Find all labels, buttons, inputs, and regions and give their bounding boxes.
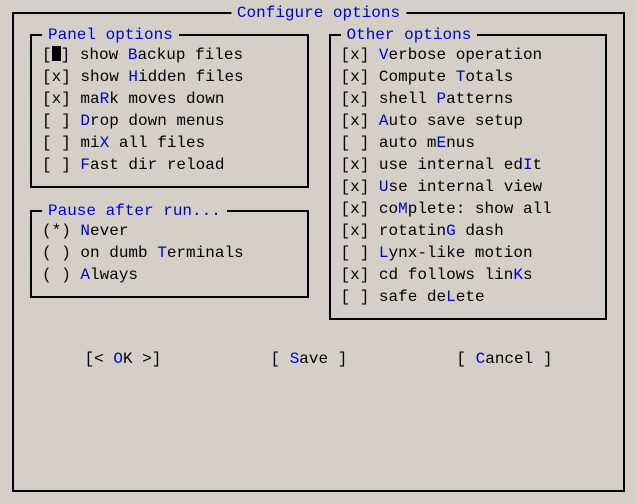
- right-column: Other options [x] Verbose operation[x] C…: [329, 34, 608, 342]
- cursor-icon: [52, 46, 61, 61]
- panel-option-checkbox[interactable]: [x] show Hidden files: [42, 66, 297, 88]
- pause-option-radio[interactable]: (*) Never: [42, 220, 297, 242]
- other-options-group: Other options [x] Verbose operation[x] C…: [329, 34, 608, 320]
- pause-after-run-title: Pause after run...: [42, 200, 227, 222]
- panel-options-title: Panel options: [42, 24, 179, 46]
- left-column: Panel options [] show Backup files[x] sh…: [30, 34, 309, 342]
- columns: Panel options [] show Backup files[x] sh…: [30, 34, 607, 342]
- other-option-checkbox[interactable]: [x] Compute Totals: [341, 66, 596, 88]
- button-bar: [< OK >] [ Save ] [ Cancel ]: [30, 348, 607, 370]
- other-option-checkbox[interactable]: [ ] Lynx-like motion: [341, 242, 596, 264]
- pause-after-run-list: (*) Never( ) on dumb Terminals( ) Always: [42, 220, 297, 286]
- cancel-button[interactable]: [ Cancel ]: [456, 348, 552, 370]
- other-option-checkbox[interactable]: [x] shell Patterns: [341, 88, 596, 110]
- other-option-checkbox[interactable]: [ ] auto mEnus: [341, 132, 596, 154]
- dialog-title: Configure options: [231, 2, 406, 24]
- pause-after-run-group: Pause after run... (*) Never( ) on dumb …: [30, 210, 309, 298]
- other-option-checkbox[interactable]: [x] Verbose operation: [341, 44, 596, 66]
- save-button[interactable]: [ Save ]: [270, 348, 347, 370]
- panel-option-checkbox[interactable]: [ ] miX all files: [42, 132, 297, 154]
- other-option-checkbox[interactable]: [x] Use internal view: [341, 176, 596, 198]
- ok-button[interactable]: [< OK >]: [85, 348, 162, 370]
- configure-options-dialog: Configure options Panel options [] show …: [12, 12, 625, 492]
- pause-option-radio[interactable]: ( ) on dumb Terminals: [42, 242, 297, 264]
- other-option-checkbox[interactable]: [ ] safe deLete: [341, 286, 596, 308]
- other-option-checkbox[interactable]: [x] Auto save setup: [341, 110, 596, 132]
- other-options-list: [x] Verbose operation[x] Compute Totals[…: [341, 44, 596, 308]
- panel-option-checkbox[interactable]: [x] maRk moves down: [42, 88, 297, 110]
- other-option-checkbox[interactable]: [x] rotatinG dash: [341, 220, 596, 242]
- panel-option-checkbox[interactable]: [ ] Drop down menus: [42, 110, 297, 132]
- other-option-checkbox[interactable]: [x] coMplete: show all: [341, 198, 596, 220]
- pause-option-radio[interactable]: ( ) Always: [42, 264, 297, 286]
- other-option-checkbox[interactable]: [x] cd follows linKs: [341, 264, 596, 286]
- other-options-title: Other options: [341, 24, 478, 46]
- other-option-checkbox[interactable]: [x] use internal edIt: [341, 154, 596, 176]
- panel-option-checkbox[interactable]: [] show Backup files: [42, 44, 297, 66]
- panel-options-group: Panel options [] show Backup files[x] sh…: [30, 34, 309, 188]
- panel-options-list: [] show Backup files[x] show Hidden file…: [42, 44, 297, 176]
- panel-option-checkbox[interactable]: [ ] Fast dir reload: [42, 154, 297, 176]
